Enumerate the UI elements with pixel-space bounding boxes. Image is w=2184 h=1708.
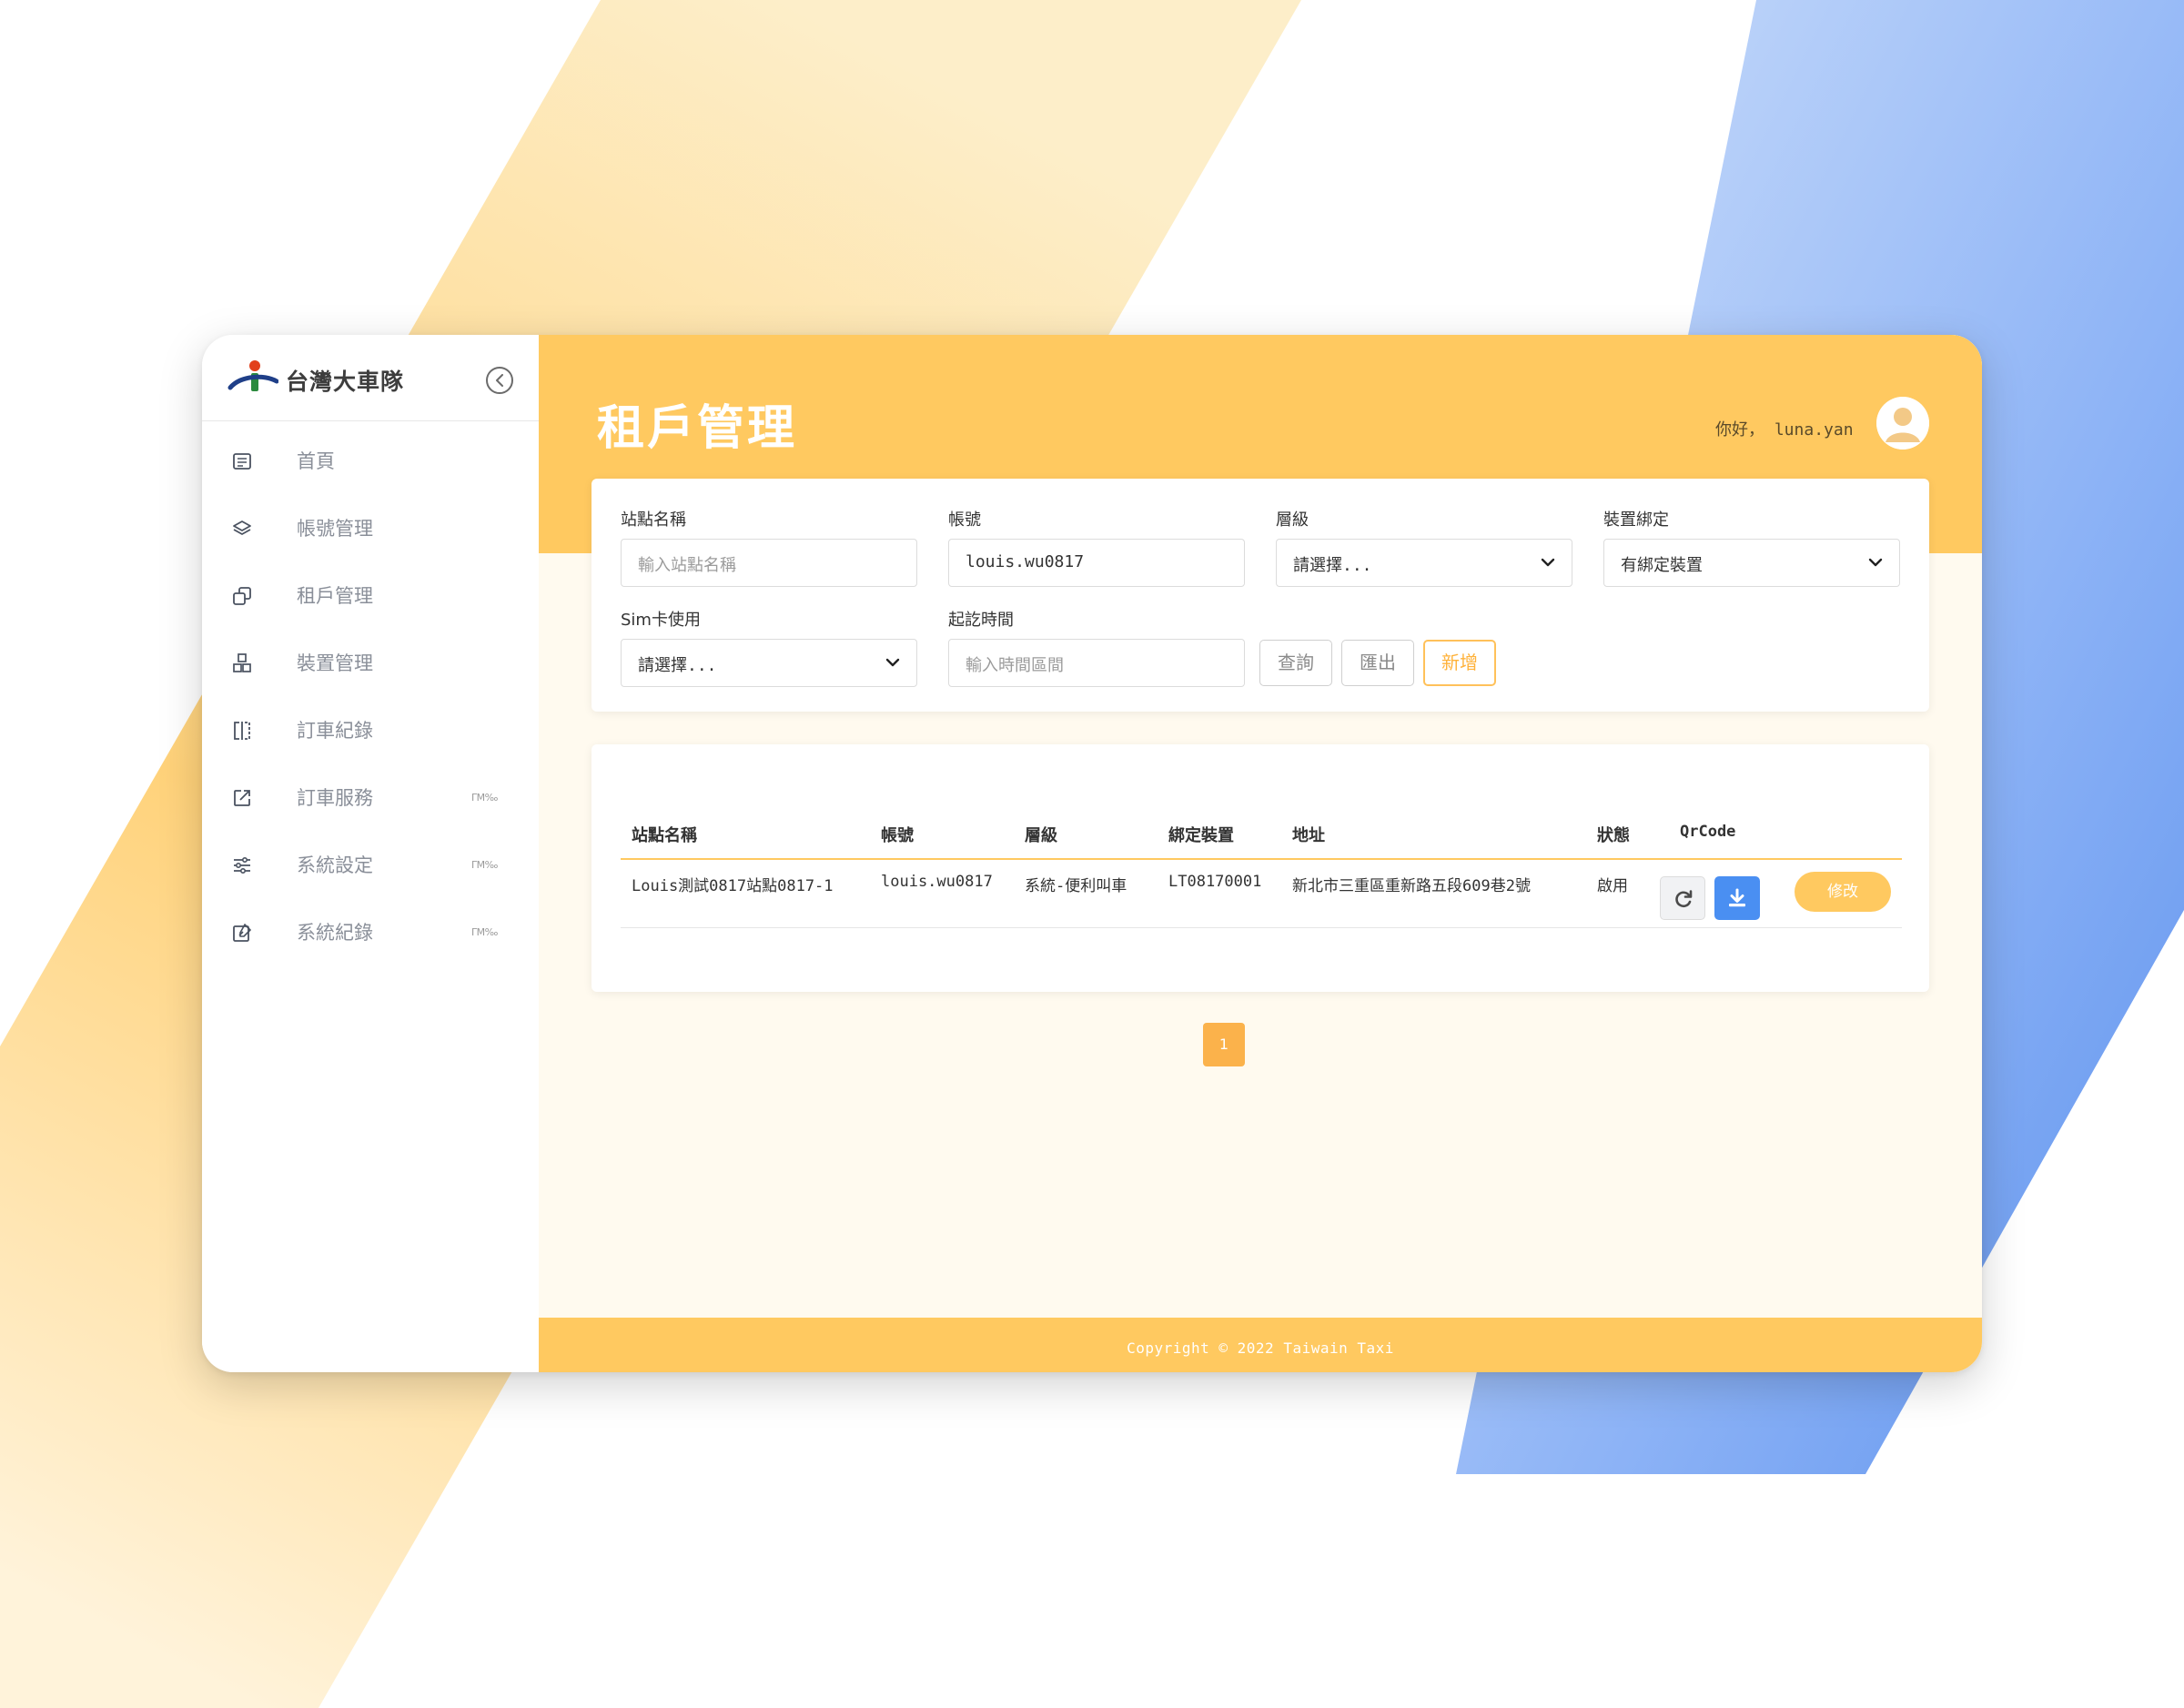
time-range-input[interactable]: 輸入時間區間: [948, 639, 1245, 687]
sidebar-item-tenants[interactable]: 租戶管理: [202, 570, 539, 621]
header-divider: [621, 858, 1902, 860]
time-range-placeholder: 輸入時間區間: [966, 656, 1064, 675]
pagination-page-1[interactable]: 1: [1203, 1023, 1245, 1066]
edit-log-icon: [233, 924, 251, 942]
cell-level: 系統-便利叫車: [1025, 877, 1127, 895]
sidebar-item-label: 系統設定: [297, 854, 373, 876]
time-range-label: 起訖時間: [948, 611, 1014, 630]
sidebar-item-label: 裝置管理: [297, 652, 373, 674]
footer: Copyright © 2022 Taiwain Taxi: [539, 1318, 1982, 1372]
sim-usage-label: Sim卡使用: [621, 611, 701, 630]
station-name-input[interactable]: 輸入站點名稱: [621, 539, 917, 587]
sidebar-item-booking-records[interactable]: 訂車紀錄: [202, 704, 539, 755]
cell-account: louis.wu0817: [881, 873, 993, 891]
sidebar-item-label: 租戶管理: [297, 585, 373, 607]
level-selected: 請選擇...: [1293, 556, 1372, 575]
sidebar-item-label: 訂車服務: [297, 787, 373, 809]
newspaper-icon: [233, 453, 251, 470]
device-binding-select[interactable]: 有綁定裝置: [1603, 539, 1900, 587]
column-header-level: 層級: [1025, 826, 1057, 845]
cell-device: LT08170001: [1168, 873, 1262, 891]
station-name-label: 站點名稱: [621, 510, 686, 530]
sidebar-item-devices[interactable]: 裝置管理: [202, 637, 539, 688]
device-binding-selected: 有綁定裝置: [1621, 556, 1703, 575]
chevron-down-icon: [1868, 558, 1883, 567]
main-content: 租戶管理 你好， luna.yan 站點名稱 輸入站點名稱 帳號 louis.w…: [539, 335, 1982, 1372]
column-header-device: 綁定裝置: [1168, 826, 1234, 845]
refresh-qrcode-button[interactable]: [1660, 876, 1705, 920]
column-header-account: 帳號: [881, 826, 914, 845]
taiwan-taxi-logo-icon: [228, 360, 278, 391]
download-qrcode-button[interactable]: [1714, 876, 1760, 920]
boxes-icon: [233, 653, 251, 672]
edit-button[interactable]: 修改: [1795, 872, 1891, 912]
app-window: 台灣大車隊 首頁 帳號管理 租戶管理 裝置管理 訂車紀錄 訂車服務 ΓΜ‰ 系統…: [202, 335, 1982, 1372]
tenant-table: 站點名稱 帳號 層級 綁定裝置 地址 狀態 QrCode Louis測試0817…: [592, 744, 1929, 992]
refresh-icon: [1675, 890, 1693, 908]
brand-name: 台灣大車隊: [286, 369, 405, 395]
account-label: 帳號: [948, 510, 981, 530]
add-button[interactable]: 新增: [1423, 640, 1496, 686]
page-title: 租戶管理: [597, 401, 798, 456]
external-link-icon: [234, 790, 250, 806]
copyright-text: Copyright © 2022 Taiwain Taxi: [1127, 1339, 1394, 1357]
layers-icon: [233, 520, 251, 535]
sim-usage-select[interactable]: 請選擇...: [621, 639, 917, 687]
sidebar: 台灣大車隊 首頁 帳號管理 租戶管理 裝置管理 訂車紀錄 訂車服務 ΓΜ‰ 系統…: [202, 335, 539, 1372]
filter-panel: 站點名稱 輸入站點名稱 帳號 louis.wu0817 層級 請選擇... 裝置…: [592, 479, 1929, 712]
download-icon: [1729, 888, 1745, 907]
expand-indicator: ΓΜ‰: [471, 792, 498, 803]
column-header-station: 站點名稱: [632, 826, 697, 845]
row-divider: [621, 927, 1902, 928]
cell-address: 新北市三重區重新路五段609巷2號: [1292, 877, 1531, 895]
sim-usage-selected: 請選擇...: [638, 656, 717, 675]
column-header-status: 狀態: [1597, 826, 1630, 845]
sidebar-item-label: 帳號管理: [297, 518, 373, 540]
level-label: 層級: [1276, 510, 1309, 530]
user-greeting: 你好， luna.yan: [1715, 417, 1854, 440]
sidebar-item-label: 系統紀錄: [297, 922, 373, 944]
account-input[interactable]: louis.wu0817: [948, 539, 1245, 587]
level-select[interactable]: 請選擇...: [1276, 539, 1572, 587]
sidebar-item-system-logs[interactable]: 系統紀錄 ΓΜ‰: [202, 906, 539, 957]
query-button[interactable]: 查詢: [1259, 640, 1332, 686]
sidebar-item-accounts[interactable]: 帳號管理: [202, 502, 539, 553]
columns-icon: [234, 722, 250, 740]
chevron-down-icon: [885, 658, 900, 667]
cell-station: Louis測試0817站點0817-1: [632, 877, 834, 895]
sidebar-item-home[interactable]: 首頁: [202, 435, 539, 486]
sidebar-header: 台灣大車隊: [202, 335, 539, 421]
copy-icon: [233, 587, 251, 605]
greeting-text: 你好，: [1715, 420, 1764, 440]
expand-indicator: ΓΜ‰: [471, 926, 498, 938]
export-button[interactable]: 匯出: [1341, 640, 1414, 686]
avatar[interactable]: [1876, 397, 1929, 450]
sidebar-item-booking-service[interactable]: 訂車服務 ΓΜ‰: [202, 772, 539, 823]
chevron-left-icon: [496, 374, 503, 387]
expand-indicator: ΓΜ‰: [471, 859, 498, 871]
column-header-qrcode: QrCode: [1680, 823, 1736, 841]
station-name-placeholder: 輸入站點名稱: [638, 556, 736, 575]
sliders-icon: [234, 856, 250, 874]
cell-status: 啟用: [1597, 877, 1628, 895]
device-binding-label: 裝置綁定: [1603, 510, 1669, 530]
sidebar-item-system-settings[interactable]: 系統設定 ΓΜ‰: [202, 839, 539, 890]
sidebar-item-label: 首頁: [297, 450, 335, 472]
username: luna.yan: [1774, 420, 1854, 440]
sidebar-item-label: 訂車紀錄: [297, 720, 373, 742]
collapse-sidebar-button[interactable]: [486, 367, 513, 394]
account-value: louis.wu0817: [966, 552, 1085, 571]
user-avatar-icon: [1876, 397, 1929, 450]
column-header-address: 地址: [1292, 826, 1325, 845]
chevron-down-icon: [1541, 558, 1555, 567]
